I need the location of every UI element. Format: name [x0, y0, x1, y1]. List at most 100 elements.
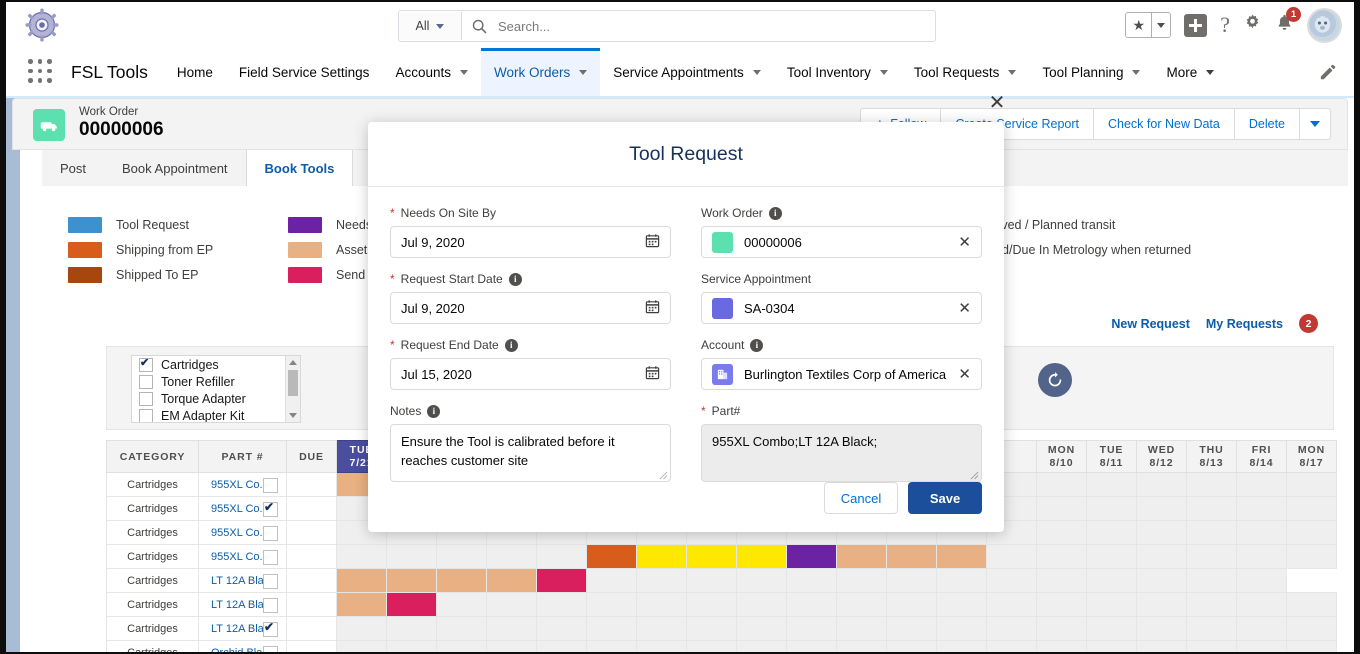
col-header-date-mon-810[interactable]: MON 8/10 — [1036, 440, 1087, 473]
gantt-cell[interactable] — [986, 592, 1037, 617]
table-row[interactable]: Cartridges Orchid Black — [106, 640, 1337, 652]
nav-item-work-orders[interactable]: Work Orders — [480, 48, 601, 96]
work-order-lookup[interactable]: 00000006 ✕ — [701, 226, 982, 258]
more-actions-button[interactable] — [1299, 108, 1331, 140]
delete-button[interactable]: Delete — [1233, 108, 1300, 140]
col-header-date-wed-812[interactable]: WED 8/12 — [1136, 440, 1187, 473]
gantt-cell-asset-onsite[interactable] — [386, 568, 437, 593]
gantt-cell[interactable] — [1136, 544, 1187, 569]
col-header-part[interactable]: PART # — [198, 440, 287, 473]
gantt-cell[interactable] — [1286, 472, 1337, 497]
gantt-cell[interactable] — [1136, 592, 1187, 617]
gantt-cell[interactable] — [336, 544, 387, 569]
gantt-cell[interactable] — [1086, 496, 1137, 521]
gantt-cell-reserved-planned-transit[interactable] — [636, 544, 687, 569]
calendar-icon[interactable] — [645, 299, 660, 317]
col-header-date-tue-811[interactable]: TUE 8/11 — [1086, 440, 1137, 473]
request-start-date-input[interactable]: Jul 9, 2020 — [390, 292, 671, 324]
gantt-cell[interactable] — [1136, 616, 1187, 641]
help-question-mark-icon[interactable]: ? — [1220, 14, 1230, 36]
category-multiselect[interactable]: Cartridges Toner Refiller Torque Adapter… — [131, 355, 301, 423]
gantt-cell[interactable] — [886, 568, 937, 593]
gantt-cell-reserved-planned-transit[interactable] — [736, 544, 787, 569]
gantt-cell[interactable] — [386, 544, 437, 569]
part-link[interactable]: 955XL Co... — [211, 479, 269, 491]
gantt-cell[interactable] — [1186, 616, 1237, 641]
nav-item-tool-planning[interactable]: Tool Planning — [1029, 48, 1153, 96]
gantt-cell[interactable] — [1186, 496, 1237, 521]
gantt-cell[interactable] — [1186, 544, 1237, 569]
gantt-cell[interactable] — [636, 592, 687, 617]
gantt-cell[interactable] — [536, 616, 587, 641]
gantt-cell[interactable] — [1086, 472, 1137, 497]
gantt-cell[interactable] — [736, 616, 787, 641]
gantt-cell[interactable] — [1286, 592, 1337, 617]
cell-part[interactable]: 955XL Co... — [198, 520, 287, 545]
gantt-cell[interactable] — [1086, 640, 1137, 652]
gantt-cell[interactable] — [1286, 496, 1337, 521]
checkbox-icon[interactable] — [139, 408, 153, 422]
gantt-cell[interactable] — [1136, 568, 1187, 593]
table-row[interactable]: Cartridges LT 12A Black — [106, 568, 1337, 593]
calendar-icon[interactable] — [645, 365, 660, 383]
gantt-cell-asset-onsite[interactable] — [936, 544, 987, 569]
gantt-cell[interactable] — [736, 640, 787, 652]
cell-part[interactable]: Orchid Black — [198, 640, 287, 652]
gantt-cell[interactable] — [986, 616, 1037, 641]
modal-close-icon[interactable]: ✕ — [986, 92, 1008, 114]
gantt-cell[interactable] — [1236, 472, 1287, 497]
gantt-cell[interactable] — [436, 544, 487, 569]
gantt-cell[interactable] — [1236, 544, 1287, 569]
gantt-cell[interactable] — [986, 640, 1037, 652]
gantt-cell[interactable] — [586, 568, 637, 593]
gantt-cell[interactable] — [836, 616, 887, 641]
row-checkbox[interactable] — [263, 500, 278, 517]
search-input[interactable] — [496, 17, 935, 35]
gantt-cell[interactable] — [1286, 520, 1337, 545]
gantt-cell-asset-onsite[interactable] — [436, 568, 487, 593]
gantt-cell[interactable] — [1236, 496, 1287, 521]
info-icon[interactable]: i — [504, 338, 518, 352]
clear-service-appointment-icon[interactable]: ✕ — [958, 301, 971, 316]
part-link[interactable]: 955XL Co... — [211, 551, 269, 563]
tab-post[interactable]: Post — [42, 150, 104, 186]
global-search[interactable]: All — [398, 10, 936, 42]
gantt-cell[interactable] — [636, 568, 687, 593]
gantt-cell[interactable] — [836, 640, 887, 652]
search-scope-selector[interactable]: All — [399, 12, 462, 40]
gantt-cell[interactable] — [536, 640, 587, 652]
gantt-cell[interactable] — [1286, 544, 1337, 569]
nav-item-field-service-settings[interactable]: Field Service Settings — [226, 48, 383, 96]
gantt-cell[interactable] — [486, 544, 537, 569]
gantt-cell[interactable] — [1036, 520, 1087, 545]
category-option-em-adapter-kit[interactable]: EM Adapter Kit — [132, 407, 300, 422]
row-checkbox[interactable] — [263, 574, 278, 589]
gantt-cell[interactable] — [786, 616, 837, 641]
gantt-cell-needs-on-site[interactable] — [786, 544, 837, 569]
cell-part[interactable]: 955XL Co... — [198, 472, 287, 497]
needs-on-site-by-input[interactable]: Jul 9, 2020 — [390, 226, 671, 258]
gantt-cell[interactable] — [486, 640, 537, 652]
gantt-cell[interactable] — [736, 592, 787, 617]
table-row[interactable]: Cartridges 955XL Co... — [106, 544, 1337, 569]
gantt-cell[interactable] — [636, 640, 687, 652]
gantt-cell[interactable] — [1036, 472, 1087, 497]
gantt-cell[interactable] — [1086, 592, 1137, 617]
gantt-cell[interactable] — [436, 640, 487, 652]
table-row[interactable]: Cartridges LT 12A Black — [106, 616, 1337, 641]
gantt-cell[interactable] — [586, 592, 637, 617]
notifications-button[interactable]: 1 — [1275, 7, 1301, 37]
gantt-cell-asset-onsite[interactable] — [886, 544, 937, 569]
gantt-cell[interactable] — [1036, 496, 1087, 521]
refresh-icon[interactable] — [1038, 363, 1072, 397]
gantt-cell[interactable] — [386, 616, 437, 641]
gantt-cell[interactable] — [836, 568, 887, 593]
scrollbar-thumb[interactable] — [288, 370, 298, 396]
part-link[interactable]: 955XL Co... — [211, 527, 269, 539]
nav-item-tool-requests[interactable]: Tool Requests — [901, 48, 1030, 96]
col-header-date-thu-813[interactable]: THU 8/13 — [1186, 440, 1237, 473]
gantt-cell[interactable] — [936, 568, 987, 593]
gantt-cell[interactable] — [1036, 616, 1087, 641]
gantt-cell[interactable] — [686, 616, 737, 641]
notes-textarea[interactable]: Ensure the Tool is calibrated before it … — [390, 424, 671, 482]
